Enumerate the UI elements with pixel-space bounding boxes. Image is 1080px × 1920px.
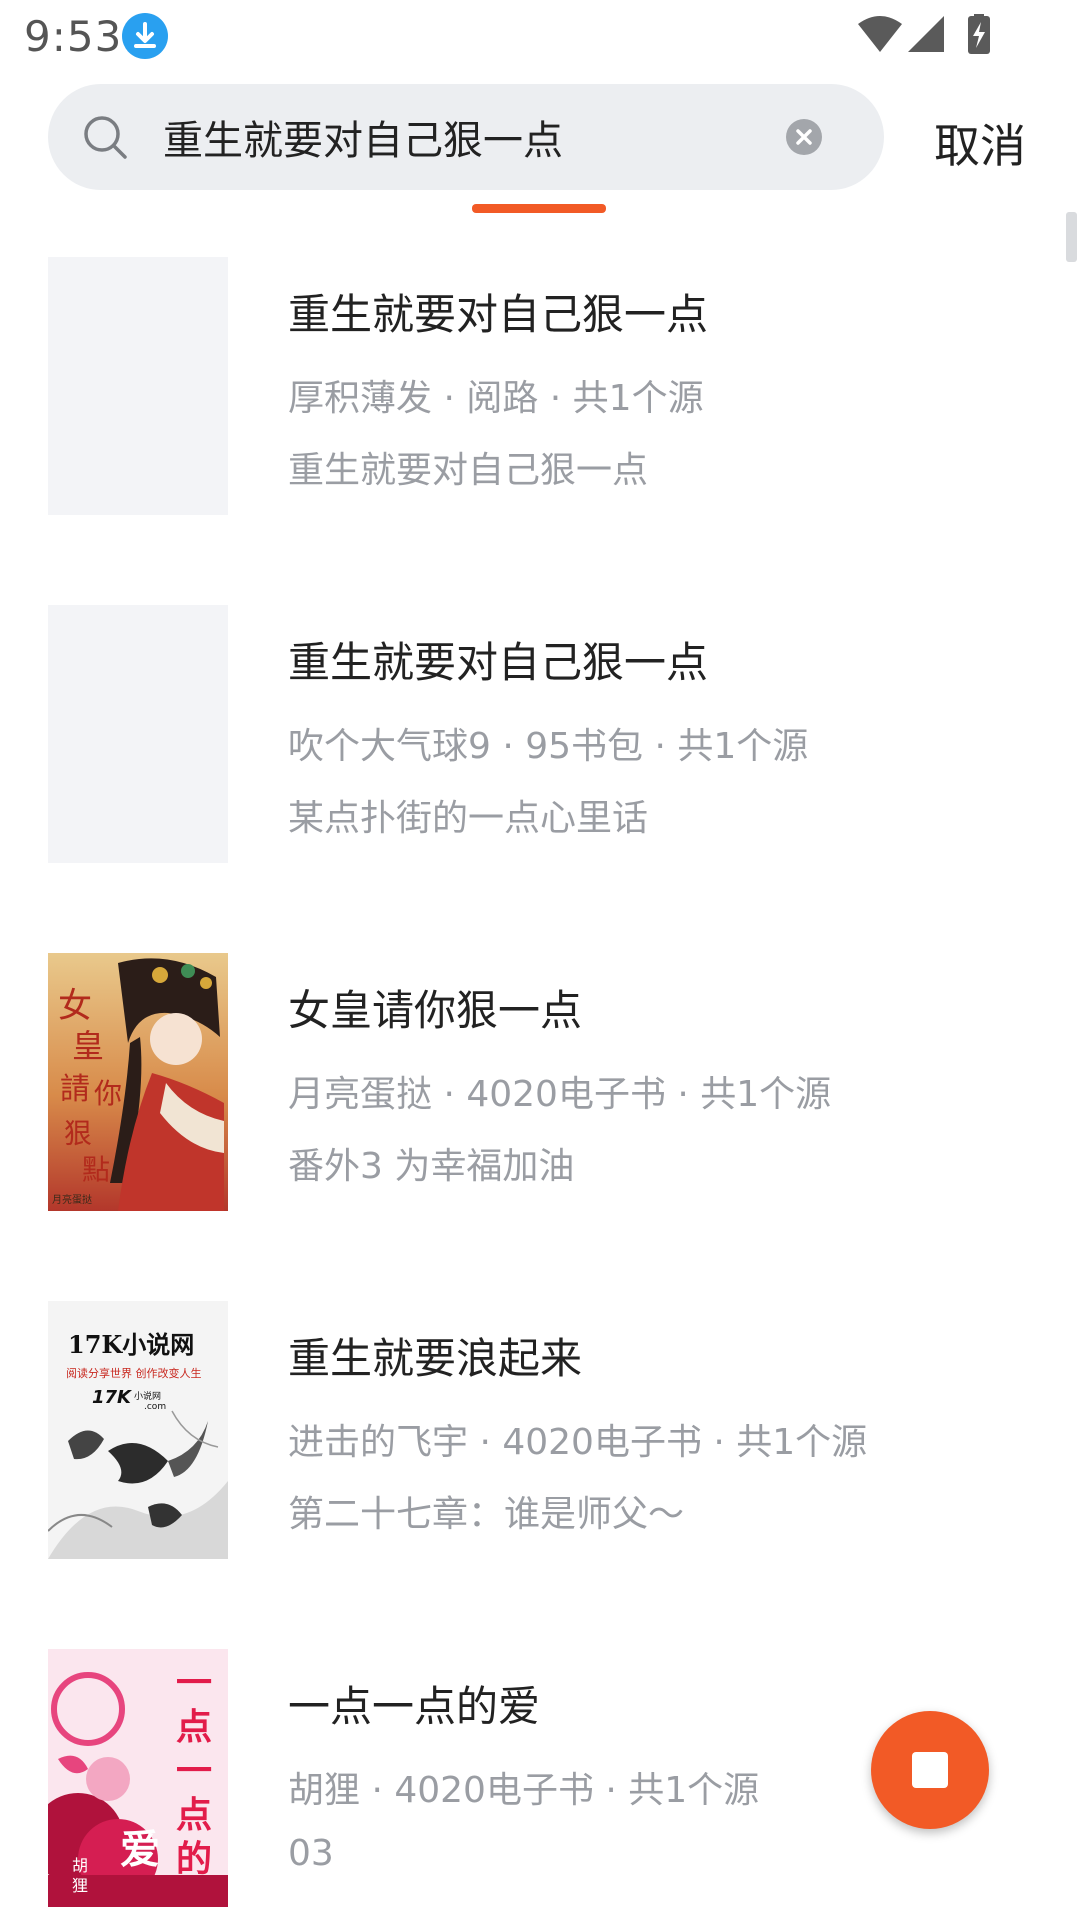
signal-icon (908, 16, 944, 52)
cancel-button[interactable]: 取消 (934, 110, 1026, 176)
svg-text:你: 你 (94, 1077, 122, 1110)
svg-text:胡: 胡 (72, 1856, 88, 1875)
wifi-icon (858, 16, 902, 52)
book-title: 重生就要对自己狠一点 (288, 290, 709, 339)
svg-text:爱: 爱 (120, 1826, 160, 1873)
svg-text:.com: .com (144, 1402, 166, 1412)
status-bar: 9:53 (0, 0, 1080, 72)
book-meta: 进击的飞宇 · 4020电子书 · 共1个源 (288, 1422, 868, 1463)
svg-text:小说网: 小说网 (134, 1390, 161, 1402)
scrollbar-thumb[interactable] (1066, 212, 1077, 262)
search-input[interactable] (163, 84, 763, 190)
status-time: 9:53 (24, 12, 123, 61)
cover-title-text: 女 (58, 986, 92, 1026)
svg-text:一: 一 (176, 1750, 212, 1792)
svg-text:皇: 皇 (72, 1027, 104, 1065)
book-cover (48, 605, 228, 863)
stop-search-button[interactable] (871, 1711, 989, 1829)
svg-text:阅读分享世界 创作改变人生: 阅读分享世界 创作改变人生 (66, 1366, 202, 1380)
book-title: 重生就要对自己狠一点 (288, 638, 709, 687)
status-icons (858, 14, 1000, 56)
book-latest-chapter: 番外3 为幸福加油 (288, 1146, 575, 1187)
book-title: 女皇请你狠一点 (288, 986, 583, 1035)
book-title: 一点一点的爱 (288, 1682, 541, 1731)
svg-text:的: 的 (176, 1838, 212, 1880)
book-result-item[interactable]: 17K小说网 阅读分享世界 创作改变人生 17K 小说网 .com 重生就要浪起… (0, 1301, 1080, 1561)
svg-text:点: 点 (176, 1794, 212, 1836)
book-result-item[interactable]: 女 皇 請 你 狠 點 月亮蛋挞 女皇请你狠一点 月亮蛋挞 · 4020电子书 … (0, 953, 1080, 1213)
battery-charging-icon (968, 14, 990, 54)
svg-text:一: 一 (176, 1662, 212, 1704)
svg-text:月亮蛋挞: 月亮蛋挞 (52, 1193, 92, 1206)
svg-text:狠: 狠 (64, 1117, 92, 1150)
svg-text:狸: 狸 (72, 1876, 88, 1895)
clear-search-icon[interactable] (786, 119, 822, 155)
book-meta: 胡狸 · 4020电子书 · 共1个源 (288, 1770, 760, 1811)
book-latest-chapter: 某点扑街的一点心里话 (288, 798, 649, 839)
book-meta: 吹个大气球9 · 95书包 · 共1个源 (288, 726, 809, 767)
svg-text:點: 點 (82, 1153, 110, 1186)
download-icon (122, 13, 168, 59)
search-icon (82, 114, 128, 160)
svg-text:17K小说网: 17K小说网 (68, 1330, 194, 1359)
book-meta: 厚积薄发 · 阅路 · 共1个源 (288, 378, 704, 419)
book-cover-empress: 女 皇 請 你 狠 點 月亮蛋挞 (48, 953, 228, 1211)
svg-text:請: 請 (60, 1072, 90, 1107)
tab-indicator (472, 204, 606, 213)
book-result-item[interactable]: 重生就要对自己狠一点 吹个大气球9 · 95书包 · 共1个源 某点扑街的一点心… (0, 605, 1080, 865)
svg-text:点: 点 (176, 1706, 212, 1748)
book-cover (48, 257, 228, 515)
stop-icon (912, 1752, 948, 1788)
book-latest-chapter: 重生就要对自己狠一点 (288, 450, 649, 491)
search-bar (48, 84, 884, 190)
svg-text:17K: 17K (92, 1387, 133, 1408)
book-title: 重生就要浪起来 (288, 1334, 583, 1383)
book-cover-17k: 17K小说网 阅读分享世界 创作改变人生 17K 小说网 .com (48, 1301, 228, 1559)
book-latest-chapter: 03 (288, 1833, 334, 1874)
book-cover-pink: 一 点 一 点 的 爱 胡 狸 (48, 1649, 228, 1907)
book-result-item[interactable]: 重生就要对自己狠一点 厚积薄发 · 阅路 · 共1个源 重生就要对自己狠一点 (0, 257, 1080, 517)
book-latest-chapter: 第二十七章：谁是师父～ (288, 1494, 685, 1535)
book-meta: 月亮蛋挞 · 4020电子书 · 共1个源 (288, 1074, 832, 1115)
